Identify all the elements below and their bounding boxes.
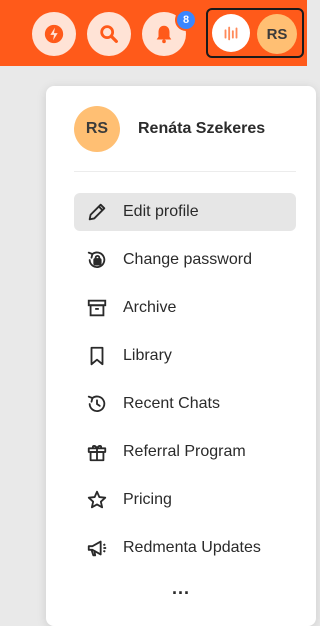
profile-avatar: RS	[74, 106, 120, 152]
menu-item-library[interactable]: Library	[74, 337, 296, 375]
lightning-icon	[44, 24, 64, 44]
menu-item-label: Pricing	[123, 491, 172, 508]
profile-name: Renáta Szekeres	[138, 120, 266, 137]
pencil-icon	[88, 203, 106, 221]
menu-item-change-password[interactable]: Change password	[74, 241, 296, 279]
app-logo	[212, 14, 250, 52]
menu-item-label: Redmenta Updates	[123, 539, 261, 556]
menu-list: Edit profile Change password Archive Lib…	[74, 193, 296, 577]
search-icon	[100, 25, 118, 43]
bell-icon	[156, 25, 172, 44]
menu-item-label: Recent Chats	[123, 395, 220, 412]
more-indicator[interactable]: ...	[46, 578, 316, 599]
menu-item-redmenta-updates[interactable]: Redmenta Updates	[74, 529, 296, 567]
menu-item-archive[interactable]: Archive	[74, 289, 296, 327]
user-menu-toggle[interactable]: RS	[206, 8, 304, 58]
profile-header[interactable]: RS Renáta Szekeres	[74, 106, 265, 152]
menu-item-edit-profile[interactable]: Edit profile	[74, 193, 296, 231]
quick-action-button[interactable]	[32, 12, 76, 56]
user-dropdown-menu: RS Renáta Szekeres Edit profile Change p…	[46, 86, 316, 626]
archive-box-icon	[87, 299, 107, 317]
notification-badge: 8	[175, 9, 197, 31]
menu-item-label: Referral Program	[123, 443, 246, 460]
divider	[74, 171, 296, 172]
menu-item-label: Edit profile	[123, 203, 199, 220]
bookmark-icon	[90, 346, 104, 366]
soundwave-logo-icon	[224, 26, 238, 41]
megaphone-icon	[87, 540, 107, 557]
avatar: RS	[257, 14, 297, 54]
menu-item-referral-program[interactable]: Referral Program	[74, 433, 296, 471]
lock-reset-icon	[87, 251, 106, 269]
search-button[interactable]	[87, 12, 131, 56]
menu-item-label: Change password	[123, 251, 252, 268]
gift-icon	[87, 445, 107, 462]
top-bar: 8 RS	[0, 0, 307, 66]
menu-item-label: Library	[123, 347, 172, 364]
menu-item-recent-chats[interactable]: Recent Chats	[74, 385, 296, 423]
menu-item-pricing[interactable]: Pricing	[74, 481, 296, 519]
menu-item-label: Archive	[123, 299, 177, 316]
star-icon	[87, 490, 107, 509]
history-icon	[87, 395, 106, 413]
